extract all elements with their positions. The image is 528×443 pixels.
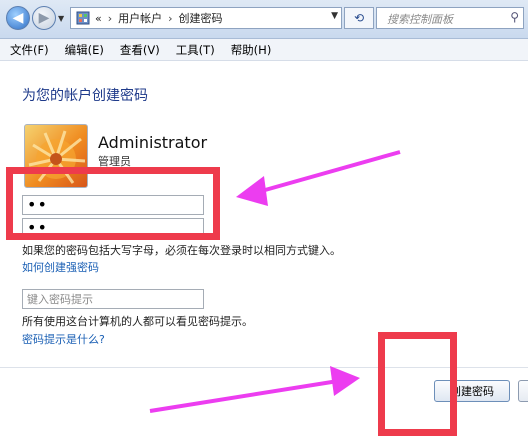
annotation-arrow-to-create-button [149,366,360,413]
annotation-arrow-to-password-fields [236,150,401,206]
annotation-arrows [149,150,401,413]
